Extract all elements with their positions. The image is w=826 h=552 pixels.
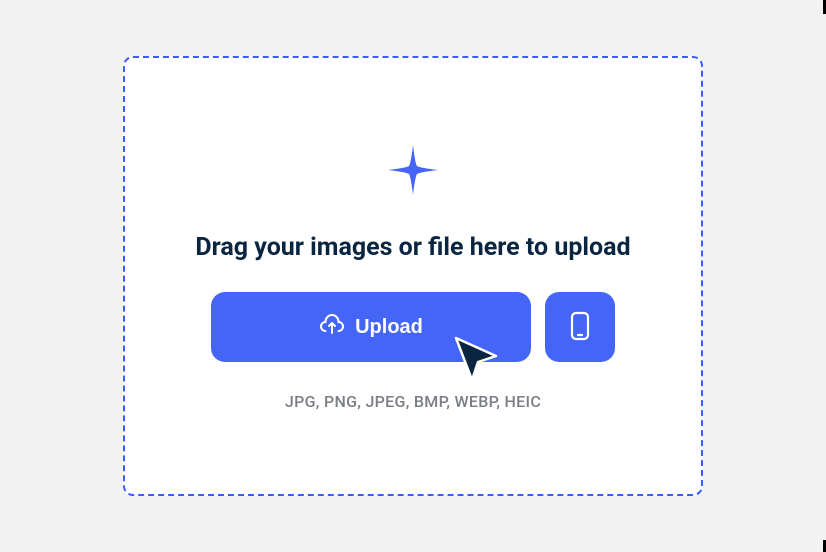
mobile-upload-button[interactable]	[545, 292, 615, 362]
sparkle-icon	[384, 141, 442, 203]
button-row: Upload	[211, 292, 615, 362]
upload-button-label: Upload	[355, 316, 423, 339]
upload-button[interactable]: Upload	[211, 292, 531, 362]
cloud-upload-icon	[319, 313, 345, 341]
mobile-icon	[568, 310, 592, 345]
upload-dropzone[interactable]: Drag your images or file here to upload …	[123, 56, 703, 496]
supported-formats: JPG, PNG, JPEG, BMP, WEBP, HEIC	[285, 392, 541, 411]
dropzone-heading: Drag your images or file here to upload	[195, 233, 630, 262]
